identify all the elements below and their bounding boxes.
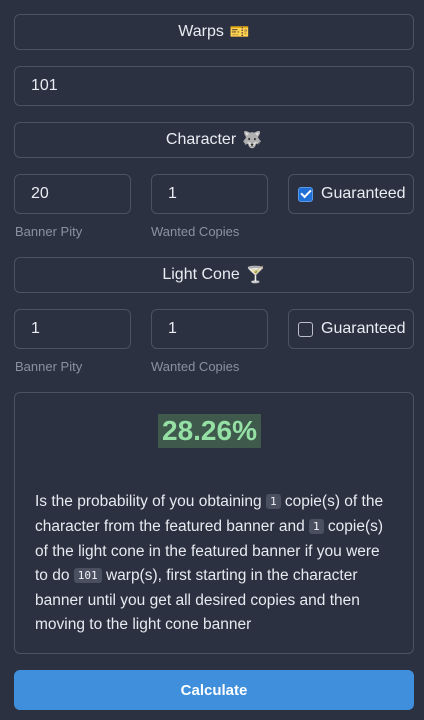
light-cone-guaranteed-toggle[interactable]: Guaranteed (288, 309, 414, 349)
light-cone-guaranteed-checkbox[interactable] (298, 321, 313, 337)
ticket-icon: 🎫 (229, 24, 250, 41)
light-cone-label: Light Cone (162, 266, 240, 283)
warps-header: Warps 🎫 (14, 14, 414, 50)
light-cone-banner-pity-caption: Banner Pity (15, 359, 83, 374)
light-cone-wanted-copies-input[interactable]: 1 (151, 309, 268, 349)
warps-label: Warps (178, 23, 224, 40)
character-banner-pity-caption: Banner Pity (15, 224, 83, 239)
character-banner-pity-input[interactable]: 20 (14, 174, 131, 214)
character-wanted-copies-value: 1 (168, 185, 177, 202)
warps-input[interactable]: 101 (14, 66, 414, 106)
probability-result: 28.26% (158, 414, 261, 448)
cocktail-icon: 🍸 (245, 267, 266, 284)
character-wanted-copies-input[interactable]: 1 (151, 174, 268, 214)
warps-input-value: 101 (31, 77, 58, 94)
light-cone-banner-pity-input[interactable]: 1 (14, 309, 131, 349)
calculate-button[interactable]: Calculate (14, 670, 414, 710)
warps-badge: 101 (73, 568, 102, 583)
light-cone-header: Light Cone 🍸 (14, 257, 414, 293)
result-text-part-1: Is the probability of you obtaining (35, 493, 266, 510)
character-copies-badge: 1 (265, 494, 281, 509)
light-cone-guaranteed-label: Guaranteed (321, 320, 406, 337)
light-cone-copies-badge: 1 (309, 519, 324, 534)
character-wanted-copies-caption: Wanted Copies (151, 224, 240, 239)
wolf-icon: 🐺 (242, 132, 263, 149)
character-guaranteed-toggle[interactable]: Guaranteed (288, 174, 414, 214)
character-banner-pity-value: 20 (31, 185, 49, 202)
light-cone-wanted-copies-caption: Wanted Copies (151, 359, 240, 374)
light-cone-wanted-copies-value: 1 (168, 320, 177, 337)
character-guaranteed-checkbox[interactable] (298, 186, 313, 202)
result-description: Is the probability of you obtaining 1 co… (35, 490, 395, 637)
character-header: Character 🐺 (14, 122, 414, 158)
light-cone-banner-pity-value: 1 (31, 320, 40, 337)
character-label: Character (165, 131, 237, 148)
character-guaranteed-label: Guaranteed (321, 185, 406, 202)
